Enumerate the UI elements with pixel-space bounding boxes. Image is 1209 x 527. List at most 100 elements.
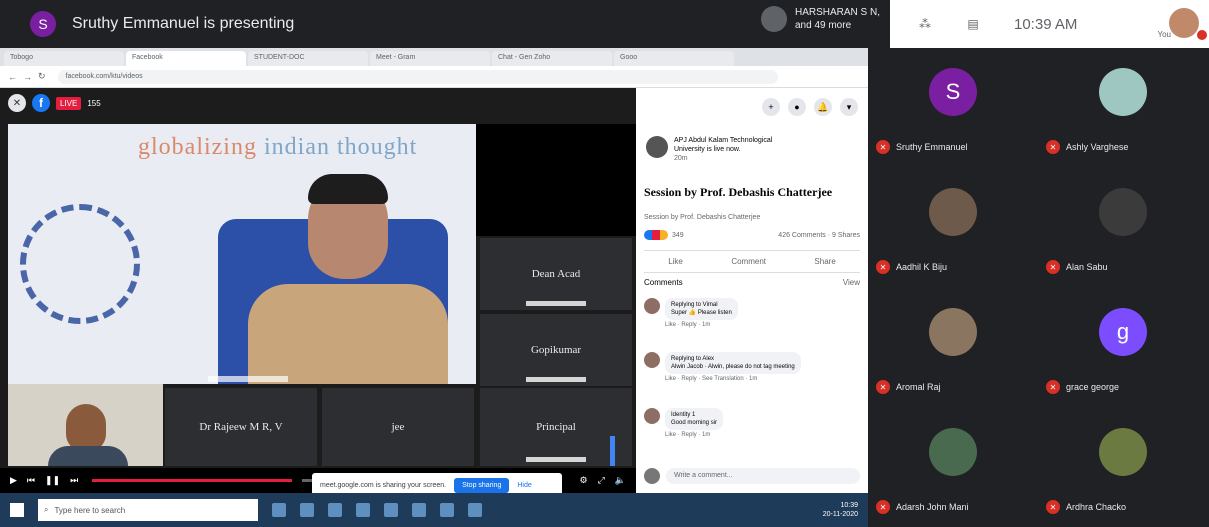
university-emblem [20, 204, 140, 324]
comments-header: Comments View [644, 278, 860, 287]
volume-icon[interactable]: 🔈 [615, 475, 626, 486]
layout-icon[interactable]: ⁂ [912, 15, 938, 33]
comment-input[interactable]: Write a comment... [666, 468, 860, 484]
taskbar-app-icon[interactable] [384, 503, 398, 517]
url-field[interactable]: facebook.com/ktu/videos [57, 69, 778, 84]
comment-button[interactable]: Comment [731, 257, 766, 266]
comments-shares-count[interactable]: 426 Comments · 9 Shares [778, 232, 860, 239]
stop-sharing-button[interactable]: Stop sharing [454, 477, 510, 493]
share-button[interactable]: Share [814, 257, 835, 266]
progress-bar[interactable] [92, 479, 293, 482]
notifications-icon[interactable]: 🔔 [814, 98, 832, 116]
participant-tile[interactable]: ✕ Ashly Varghese [1038, 48, 1208, 168]
settings-icon[interactable]: ⚙ [580, 475, 588, 486]
participant-tile[interactable]: S ✕ Sruthy Emmanuel [868, 48, 1038, 168]
comment-meta[interactable]: Like · Reply · 1m [665, 432, 723, 438]
windows-start-icon[interactable] [10, 503, 24, 517]
taskbar-app-icon[interactable] [412, 503, 426, 517]
banner-word3: thought [336, 134, 418, 160]
taskbar-time: 10:39 [840, 502, 858, 509]
comment-bubble: Replying to Vimal Super 👍 Please listen [665, 298, 738, 320]
close-icon[interactable]: ✕ [8, 94, 26, 112]
participant-tile[interactable]: ✕ Adarsh John Mani [868, 408, 1038, 527]
plus-icon[interactable]: + [762, 98, 780, 116]
play-icon[interactable]: ▶ [10, 475, 17, 486]
page-name[interactable]: APJ Abdul Kalam Technological University… [674, 136, 804, 154]
comments-label: Comments [644, 278, 683, 287]
participant-tile[interactable]: ✕ Aadhil K Biju [868, 168, 1038, 288]
skip-back-icon[interactable]: ⏮ [27, 475, 35, 486]
fb-header-icons: + ● 🔔 ▾ [762, 98, 858, 116]
meet-header-right: ⁂ ▤ 10:39 AM You [890, 0, 1209, 48]
like-button[interactable]: Like [668, 257, 683, 266]
taskbar-app-icon[interactable] [300, 503, 314, 517]
post-time: 20m [674, 155, 688, 162]
skip-forward-icon[interactable]: ⏭ [70, 475, 78, 486]
messenger-icon[interactable]: ● [788, 98, 806, 116]
participant-avatar: S [929, 68, 977, 116]
video-overlay-top: ✕ f LIVE 155 [8, 94, 101, 112]
reload-icon[interactable]: ↻ [38, 71, 46, 82]
forward-icon[interactable]: → [23, 72, 32, 82]
captions-icon[interactable]: ▤ [960, 15, 986, 33]
browser-tabs: Tobogo Facebook STUDENT-DOC Meet - Gram … [0, 48, 868, 66]
taskbar-clock[interactable]: 10:39 20-11-2020 [823, 501, 858, 519]
participant-tile[interactable]: ✕ Ardhra Chacko [1038, 408, 1208, 527]
commenter-avatar[interactable] [644, 408, 660, 424]
self-avatar[interactable] [1169, 8, 1199, 38]
viewer-count: 155 [87, 98, 101, 108]
comment-author[interactable]: Replying to Alex [671, 355, 795, 363]
taskbar-date: 20-11-2020 [822, 511, 858, 518]
back-icon[interactable]: ← [8, 72, 17, 82]
chevron-down-icon[interactable]: ▾ [840, 98, 858, 116]
presenting-label: Sruthy Emmanuel is presenting [72, 15, 295, 32]
participant-avatar [929, 308, 977, 356]
taskbar-search[interactable]: ⌕ Type here to search [38, 499, 258, 521]
browser-tab[interactable]: Meet - Gram [370, 51, 490, 66]
reaction-count[interactable]: 349 [672, 232, 684, 239]
comment-meta[interactable]: Like · Reply · See Translation · 1m [665, 376, 801, 382]
comment-author[interactable]: Replying to Vimal [671, 301, 732, 309]
participant-name: Ashly Varghese [1066, 142, 1129, 152]
mic-off-icon: ✕ [1046, 140, 1060, 154]
fullscreen-icon[interactable]: ⤢ [598, 475, 605, 486]
comment-text: Good morning sir [671, 420, 718, 426]
participant-tile: Dean Acad [480, 238, 632, 310]
view-link[interactable]: View [843, 278, 860, 287]
participant-tile[interactable]: g ✕ grace george [1038, 288, 1208, 408]
participant-tile[interactable]: ✕ Alan Sabu [1038, 168, 1208, 288]
participant-avatar [929, 188, 977, 236]
taskbar-app-icon[interactable] [356, 503, 370, 517]
pause-icon[interactable]: ❚❚ [45, 475, 60, 486]
user-avatar [644, 468, 660, 484]
facebook-icon[interactable]: f [32, 94, 50, 112]
comment-author[interactable]: Identity 1 [671, 411, 717, 419]
taskbar-app-icon[interactable] [328, 503, 342, 517]
browser-tab[interactable]: STUDENT-DOC [248, 51, 368, 66]
mic-off-icon: ✕ [876, 140, 890, 154]
tile-name: Principal [536, 421, 576, 433]
page-avatar[interactable] [646, 136, 668, 158]
browser-tab[interactable]: Chat - Gen Zoho [492, 51, 612, 66]
participant-tile: Dr Rajeew M R, V [165, 388, 317, 466]
taskbar-app-icon[interactable] [440, 503, 454, 517]
commenter-avatar[interactable] [644, 298, 660, 314]
others-indicator[interactable]: HARSHARAN S N, and 49 more [760, 6, 880, 32]
browser-tab[interactable]: Tobogo [4, 51, 124, 66]
tile-name: Dean Acad [531, 268, 581, 280]
participant-name: Aadhil K Biju [896, 262, 948, 272]
tile-name: jee [391, 421, 405, 433]
commenter-avatar[interactable] [644, 352, 660, 368]
facebook-post-panel: + ● 🔔 ▾ APJ Abdul Kalam Technological Un… [636, 88, 868, 493]
participant-name: Aromal Raj [896, 382, 941, 392]
browser-tab[interactable]: Gooo [614, 51, 734, 66]
hide-button[interactable]: Hide [517, 482, 531, 489]
taskbar-app-icon[interactable] [468, 503, 482, 517]
comment-item: Replying to Vimal Super 👍 Please listen … [644, 298, 844, 328]
participant-tile[interactable]: ✕ Aromal Raj [868, 288, 1038, 408]
taskbar-app-icon[interactable] [272, 503, 286, 517]
comment-meta[interactable]: Like · Reply · 1m [665, 322, 738, 328]
volume-slider[interactable] [610, 436, 615, 466]
browser-tab[interactable]: Facebook [126, 51, 246, 66]
comment-text: Alwin Jacob · Alwin, please do not tag m… [671, 364, 795, 370]
